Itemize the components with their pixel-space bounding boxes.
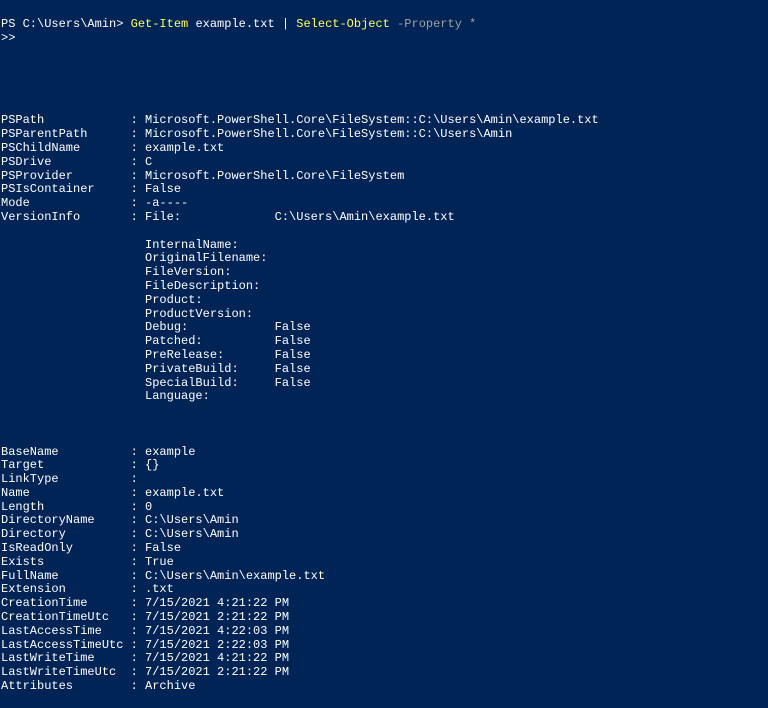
blank-line — [1, 87, 768, 101]
versioninfo-subrow: Product: — [1, 294, 768, 308]
property-list-1: PSPath : Microsoft.PowerShell.Core\FileS… — [1, 114, 768, 224]
powershell-terminal[interactable]: PS C:\Users\Amin> Get-Item example.txt |… — [0, 0, 768, 708]
property-row: CreationTime : 7/15/2021 4:21:22 PM — [1, 597, 768, 611]
property-row: VersionInfo : File: C:\Users\Amin\exampl… — [1, 211, 768, 225]
property-row: PSProvider : Microsoft.PowerShell.Core\F… — [1, 170, 768, 184]
property-row: Name : example.txt — [1, 487, 768, 501]
versioninfo-subrow: PreRelease: False — [1, 349, 768, 363]
property-row: Attributes : Archive — [1, 680, 768, 694]
property-row: PSDrive : C — [1, 156, 768, 170]
prompt-line: PS C:\Users\Amin> Get-Item example.txt |… — [1, 17, 476, 31]
property-row: FullName : C:\Users\Amin\example.txt — [1, 570, 768, 584]
cmdlet-get-item: Get-Item — [131, 17, 196, 31]
versioninfo-subrow: OriginalFilename: — [1, 252, 768, 266]
property-row: LastWriteTimeUtc : 7/15/2021 2:21:22 PM — [1, 666, 768, 680]
versioninfo-subrow: Debug: False — [1, 321, 768, 335]
cmdlet-select-object: Select-Object — [296, 17, 397, 31]
continuation-prompt: >> — [1, 32, 768, 46]
versioninfo-subrow: FileVersion: — [1, 266, 768, 280]
blank-line — [1, 418, 768, 432]
prompt-prefix: PS C:\Users\Amin> — [1, 17, 131, 31]
versioninfo-subrow: Language: — [1, 390, 768, 404]
property-row: LastAccessTimeUtc : 7/15/2021 2:22:03 PM — [1, 639, 768, 653]
cmd-param: -Property * — [397, 17, 476, 31]
versioninfo-subrow: FileDescription: — [1, 280, 768, 294]
property-row: Extension : .txt — [1, 583, 768, 597]
property-row: BaseName : example — [1, 446, 768, 460]
property-row: PSIsContainer : False — [1, 183, 768, 197]
versioninfo-subrow: SpecialBuild: False — [1, 377, 768, 391]
property-row: PSChildName : example.txt — [1, 142, 768, 156]
property-row: LastWriteTime : 7/15/2021 4:21:22 PM — [1, 652, 768, 666]
property-row: DirectoryName : C:\Users\Amin — [1, 514, 768, 528]
property-row: Mode : -a---- — [1, 197, 768, 211]
property-row: PSPath : Microsoft.PowerShell.Core\FileS… — [1, 114, 768, 128]
versioninfo-multiline: InternalName: OriginalFilename: FileVers… — [1, 239, 768, 405]
pipe-char: | — [282, 17, 296, 31]
property-row: LinkType : — [1, 473, 768, 487]
versioninfo-subrow: ProductVersion: — [1, 308, 768, 322]
property-list-2: BaseName : exampleTarget : {}LinkType : … — [1, 446, 768, 694]
versioninfo-subrow: PrivateBuild: False — [1, 363, 768, 377]
versioninfo-subrow: Patched: False — [1, 335, 768, 349]
property-row: LastAccessTime : 7/15/2021 4:22:03 PM — [1, 625, 768, 639]
property-row: Directory : C:\Users\Amin — [1, 528, 768, 542]
property-row: IsReadOnly : False — [1, 542, 768, 556]
property-row: Length : 0 — [1, 501, 768, 515]
blank-line — [1, 59, 768, 73]
property-row: PSParentPath : Microsoft.PowerShell.Core… — [1, 128, 768, 142]
property-row: Exists : True — [1, 556, 768, 570]
versioninfo-subrow: InternalName: — [1, 239, 768, 253]
cmd-arg: example.txt — [195, 17, 281, 31]
property-row: Target : {} — [1, 459, 768, 473]
